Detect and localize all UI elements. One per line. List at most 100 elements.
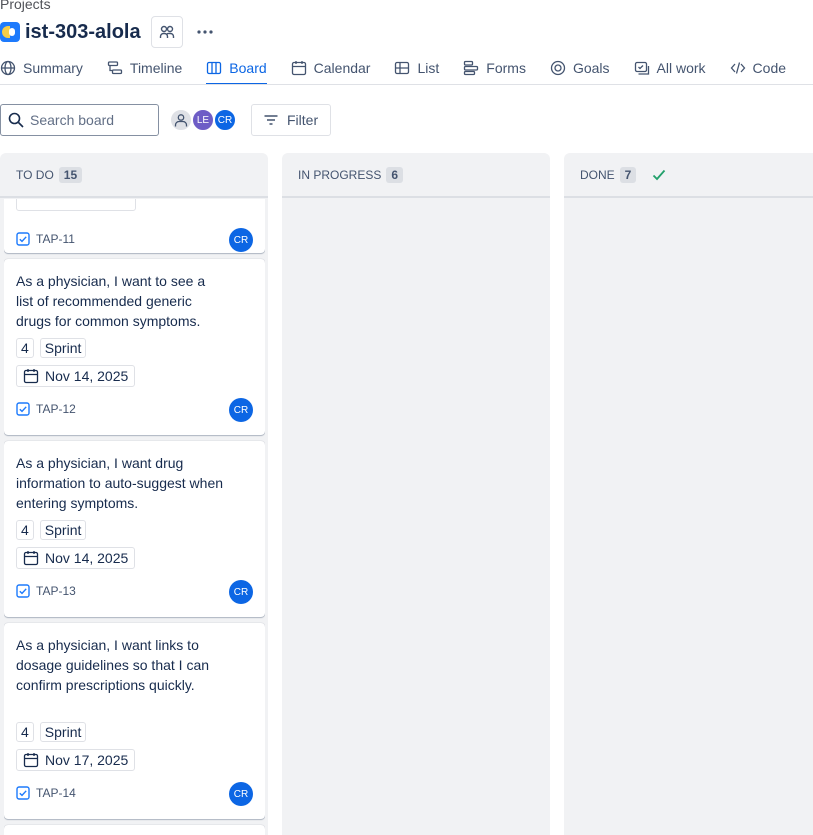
filter-label: Filter — [287, 112, 319, 128]
date-chip — [16, 199, 136, 211]
tab-calendar[interactable]: Calendar — [291, 52, 383, 84]
people-icon — [159, 25, 174, 38]
issue-card[interactable]: TAP-11 CR — [4, 199, 265, 253]
due-date-chip: Nov 14, 2025 — [16, 547, 136, 569]
column-done: DONE 7 — [564, 153, 813, 835]
card-summary: As a physician, I want drug information … — [16, 455, 224, 511]
tab-label: Forms — [486, 60, 526, 76]
due-date-chip: Nov 14, 2025 — [16, 365, 136, 387]
calendar-icon — [23, 369, 39, 384]
issue-key[interactable]: TAP-11 — [36, 232, 75, 246]
story-checkbox-icon — [16, 584, 30, 598]
issue-card[interactable]: As a physician, I want drug information … — [4, 441, 265, 617]
assignee-avatar[interactable]: CR — [229, 228, 253, 252]
all-work-icon — [634, 61, 649, 75]
more-actions-button[interactable] — [189, 16, 221, 48]
tab-label: Goals — [572, 60, 610, 76]
issue-card[interactable]: As a physician, I want links to dosage g… — [4, 623, 265, 819]
avatar-unassigned[interactable] — [169, 108, 193, 132]
due-date: Nov 14, 2025 — [45, 368, 129, 384]
card-chips: 4 Sprint — [16, 520, 92, 540]
issue-card[interactable] — [4, 825, 265, 835]
board-toolbar: LE CR Filter — [0, 104, 331, 136]
column-todo: TO DO 15 TAP-11 CR As a physician, I wan… — [0, 153, 268, 835]
issue-card[interactable]: As a physician, I want to see a list of … — [4, 259, 265, 435]
calendar-icon — [23, 753, 39, 768]
team-button[interactable] — [150, 16, 183, 48]
tab-timeline[interactable]: Timeline — [107, 52, 194, 84]
assignee-avatar[interactable]: CR — [229, 782, 253, 806]
issue-key-row: TAP-11 — [16, 232, 75, 246]
column-in-progress: IN PROGRESS 6 — [282, 153, 550, 835]
tab-board[interactable]: Board — [206, 52, 278, 85]
tab-list[interactable]: List — [394, 52, 451, 84]
avatar-cr[interactable]: CR — [213, 108, 237, 132]
globe-icon — [0, 60, 16, 76]
tab-forms[interactable]: Forms — [463, 52, 538, 84]
tab-summary[interactable]: Summary — [0, 52, 95, 84]
calendar-icon — [23, 551, 39, 566]
search-icon — [8, 112, 24, 128]
sprint-label: Sprint — [39, 338, 87, 358]
column-header[interactable]: TO DO 15 — [0, 153, 268, 198]
tab-label: Summary — [23, 60, 83, 76]
column-header[interactable]: DONE 7 — [564, 153, 813, 198]
timeline-icon — [107, 61, 123, 75]
card-list: TAP-11 CR As a physician, I want to see … — [4, 199, 265, 835]
column-title: IN PROGRESS — [298, 167, 382, 182]
assignee-avatar[interactable]: CR — [229, 398, 253, 422]
project-logo-icon — [0, 22, 20, 42]
issue-key-row: TAP-13 — [16, 584, 76, 598]
card-summary: As a physician, I want to see a list of … — [16, 273, 206, 329]
checkmark-icon — [653, 169, 666, 180]
issue-key[interactable]: TAP-13 — [36, 584, 76, 598]
calendar-icon — [291, 61, 306, 76]
sprint-label: Sprint — [39, 722, 87, 742]
card-summary: As a physician, I want links to dosage g… — [16, 637, 210, 693]
due-date-chip: Nov 17, 2025 — [16, 749, 136, 771]
story-checkbox-icon — [16, 402, 30, 416]
tab-label: List — [417, 60, 440, 76]
tab-label: All work — [656, 60, 706, 76]
story-points: 4 — [16, 338, 34, 358]
story-points: 4 — [16, 520, 34, 540]
tab-goals[interactable]: Goals — [550, 52, 622, 84]
column-count: 6 — [386, 166, 404, 183]
card-chips: 4 Sprint — [16, 722, 92, 742]
due-date: Nov 14, 2025 — [45, 550, 129, 566]
tab-all-work[interactable]: All work — [634, 52, 718, 84]
tab-label: Board — [229, 60, 267, 76]
search-board-field[interactable] — [0, 104, 159, 136]
tab-code[interactable]: Code — [730, 52, 798, 84]
more-icon — [197, 30, 213, 34]
tab-label: Code — [752, 60, 787, 76]
card-chips: 4 Sprint — [16, 338, 92, 358]
goals-icon — [550, 60, 566, 76]
search-input[interactable] — [30, 112, 150, 128]
column-header[interactable]: IN PROGRESS 6 — [282, 153, 550, 198]
issue-key-row: TAP-14 — [16, 786, 76, 800]
story-points: 4 — [16, 722, 34, 742]
project-header: ist-303-alola — [0, 16, 221, 48]
list-icon — [395, 61, 410, 75]
issue-key[interactable]: TAP-14 — [36, 786, 76, 800]
filter-icon — [264, 115, 278, 125]
board-icon — [207, 61, 222, 75]
project-title: ist-303-alola — [25, 20, 141, 43]
forms-icon — [464, 60, 479, 76]
story-checkbox-icon — [16, 786, 30, 800]
tabs-divider — [0, 84, 813, 85]
filter-button[interactable]: Filter — [251, 104, 331, 136]
project-tabs: Summary Timeline Board Calendar List For… — [0, 52, 810, 85]
tab-label: Calendar — [313, 60, 371, 76]
column-count: 7 — [619, 166, 637, 183]
issue-key-row: TAP-12 — [16, 402, 76, 416]
issue-key[interactable]: TAP-12 — [36, 402, 76, 416]
assignee-avatar[interactable]: CR — [229, 580, 253, 604]
breadcrumb[interactable]: Projects — [0, 0, 51, 12]
column-title: TO DO — [16, 167, 54, 182]
avatar-group: LE CR — [169, 108, 237, 132]
avatar-le[interactable]: LE — [191, 108, 215, 132]
person-icon — [174, 114, 188, 127]
code-icon — [730, 62, 745, 74]
